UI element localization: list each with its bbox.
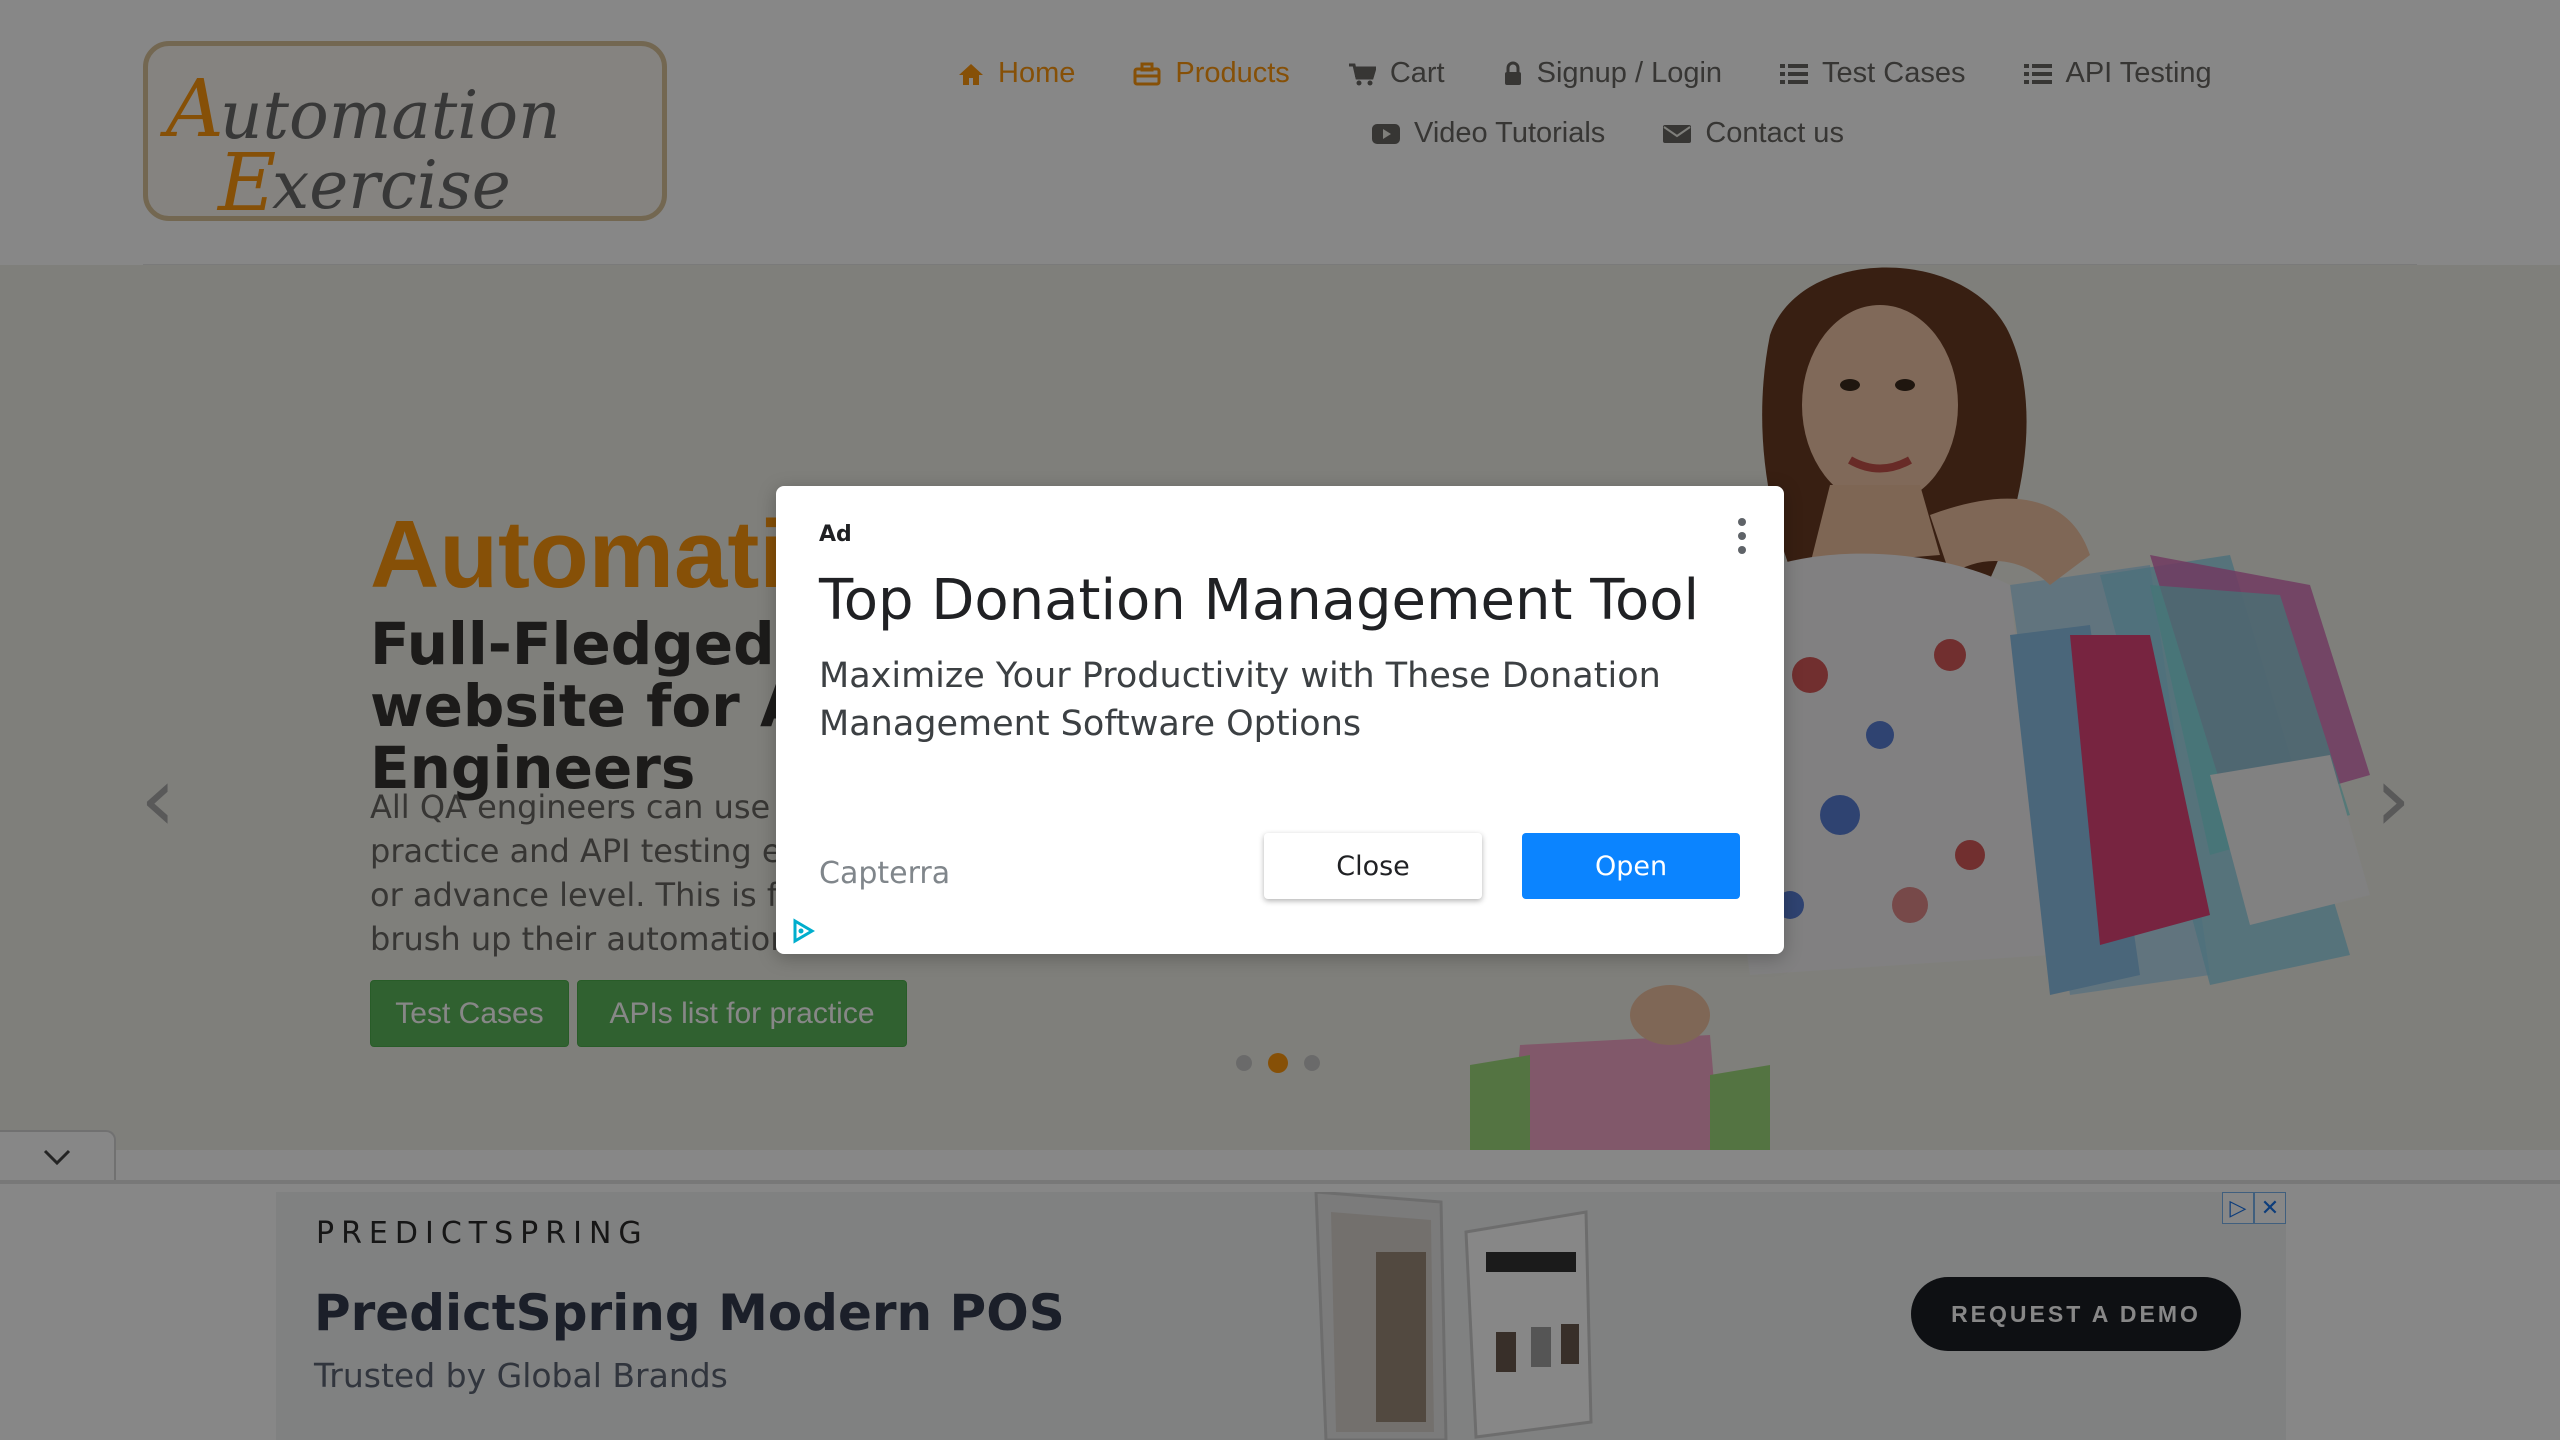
- ad-headline[interactable]: Top Donation Management Tool: [819, 568, 1699, 633]
- ad-description[interactable]: Maximize Your Productivity with These Do…: [819, 652, 1719, 748]
- interstitial-ad-dialog: Ad Top Donation Management Tool Maximize…: [776, 486, 1784, 954]
- ad-open-button[interactable]: Open: [1522, 833, 1740, 899]
- adchoices-icon[interactable]: [790, 918, 816, 944]
- ad-advertiser[interactable]: Capterra: [819, 856, 950, 891]
- ad-label: Ad: [819, 522, 852, 547]
- ad-close-button[interactable]: Close: [1264, 833, 1482, 899]
- more-options-icon[interactable]: [1736, 518, 1748, 554]
